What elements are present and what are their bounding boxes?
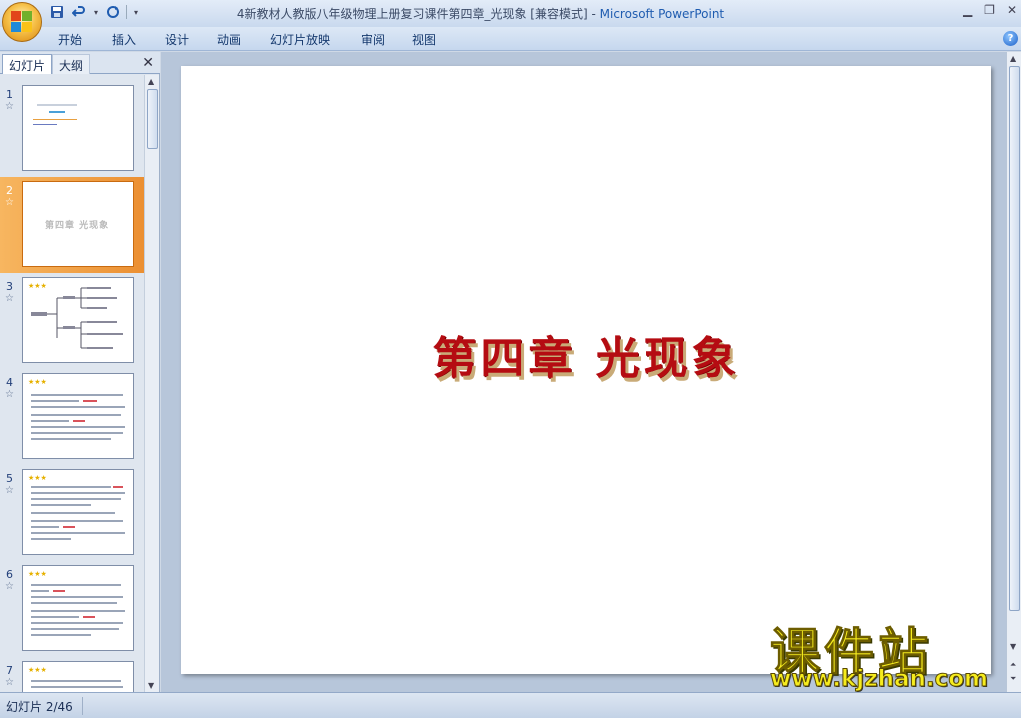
tab-design[interactable]: 设计	[165, 31, 189, 48]
scroll-up-icon[interactable]: ▲	[1010, 54, 1016, 63]
slide-preview: ★★★	[22, 373, 134, 459]
status-separator	[82, 697, 83, 715]
slide-number: 3	[6, 280, 13, 293]
window-title: 4新教材人教版八年级物理上册复习课件第四章_光现象 [兼容模式] - Micro…	[236, 7, 725, 21]
scroll-down-icon[interactable]: ▼	[148, 681, 154, 690]
restore-icon[interactable]: ❐	[984, 3, 995, 17]
tab-outline[interactable]: 大纲	[52, 54, 91, 74]
slide-title[interactable]: 第四章 光现象	[181, 322, 991, 386]
status-bar: 幻灯片 2/46	[0, 692, 1021, 718]
title-bar: ▾ ▾ 4新教材人教版八年级物理上册复习课件第四章_光现象 [兼容模式] - M…	[0, 0, 1021, 27]
slide-number: 6	[6, 568, 13, 581]
slide-thumbnail-1[interactable]: 1 ☆	[0, 81, 144, 177]
app-name: Microsoft PowerPoint	[599, 7, 725, 21]
scroll-thumb[interactable]	[1009, 66, 1020, 611]
slide-number: 1	[6, 88, 13, 101]
tab-insert[interactable]: 插入	[112, 31, 136, 48]
thumbnail-title: 第四章 光现象	[45, 221, 110, 231]
help-icon[interactable]: ?	[1003, 31, 1018, 46]
tab-review[interactable]: 审阅	[361, 31, 385, 48]
close-panel-icon[interactable]: ✕	[142, 55, 154, 71]
watermark-url: www.kjzhan.com	[770, 666, 989, 693]
slide-preview: ★★★	[22, 661, 134, 692]
slide-preview: ★★★	[22, 277, 134, 363]
slide-thumbnail-5[interactable]: 5 ☆ ★★★	[0, 465, 144, 561]
transition-star-icon: ☆	[5, 389, 14, 400]
transition-star-icon: ☆	[5, 677, 14, 688]
slides-panel: 幻灯片 大纲 ✕ 1 ☆ 2 ☆ 第四章 光现象 3 ☆ ★★★ 4 ☆ ★★★…	[0, 52, 160, 692]
minimize-icon[interactable]: ▁	[963, 3, 972, 17]
transition-star-icon: ☆	[5, 581, 14, 592]
scroll-down-icon[interactable]: ▼	[1010, 642, 1016, 651]
document-title: 4新教材人教版八年级物理上册复习课件第四章_光现象 [兼容模式]	[236, 7, 588, 21]
scroll-up-icon[interactable]: ▲	[148, 77, 154, 86]
panel-tabs: 幻灯片 大纲 ✕	[0, 52, 160, 74]
window-controls: ▁ ❐ ✕	[963, 3, 1017, 17]
scroll-thumb[interactable]	[147, 89, 158, 149]
current-slide[interactable]: 第四章 光现象	[181, 66, 991, 674]
thumbnail-scrollbar[interactable]: ▲ ▼	[144, 75, 159, 692]
slide-thumbnail-7[interactable]: 7 ☆ ★★★	[0, 657, 144, 692]
thumbnail-list: 1 ☆ 2 ☆ 第四章 光现象 3 ☆ ★★★ 4 ☆ ★★★ 5 ☆ ★★★ …	[0, 75, 144, 692]
slide-preview	[22, 85, 134, 171]
transition-star-icon: ☆	[5, 197, 14, 208]
tab-view[interactable]: 视图	[412, 31, 436, 48]
slide-editor: 第四章 光现象	[161, 52, 1006, 692]
transition-star-icon: ☆	[5, 293, 14, 304]
slide-preview: 第四章 光现象	[22, 181, 134, 267]
office-button[interactable]	[2, 2, 42, 42]
tab-slideshow[interactable]: 幻灯片放映	[270, 31, 330, 48]
slide-thumbnail-2[interactable]: 2 ☆ 第四章 光现象	[0, 177, 144, 273]
transition-star-icon: ☆	[5, 101, 14, 112]
close-icon[interactable]: ✕	[1007, 3, 1017, 17]
slide-counter: 幻灯片 2/46	[6, 700, 73, 714]
ribbon-tabs: 开始 插入 设计 动画 幻灯片放映 审阅 视图 ?	[0, 27, 1021, 51]
slide-number: 2	[6, 184, 13, 197]
tab-home[interactable]: 开始	[58, 31, 82, 48]
previous-slide-icon[interactable]: ⏶	[1010, 660, 1016, 670]
slide-preview: ★★★	[22, 565, 134, 651]
slide-thumbnail-6[interactable]: 6 ☆ ★★★	[0, 561, 144, 657]
tab-animations[interactable]: 动画	[217, 31, 241, 48]
slide-number: 7	[6, 664, 13, 677]
slide-thumbnail-4[interactable]: 4 ☆ ★★★	[0, 369, 144, 465]
editor-scrollbar[interactable]: ▲ ▼ ⏶ ⏷	[1006, 52, 1021, 692]
slide-number: 5	[6, 472, 13, 485]
tab-slides[interactable]: 幻灯片	[2, 54, 53, 74]
next-slide-icon[interactable]: ⏷	[1010, 674, 1016, 684]
slide-preview: ★★★	[22, 469, 134, 555]
slide-number: 4	[6, 376, 13, 389]
slide-thumbnail-3[interactable]: 3 ☆ ★★★	[0, 273, 144, 369]
office-logo-icon	[11, 11, 33, 33]
transition-star-icon: ☆	[5, 485, 14, 496]
